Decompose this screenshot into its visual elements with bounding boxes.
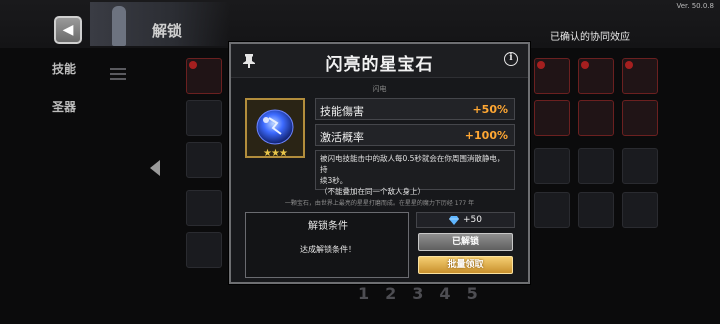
page-number[interactable]: 2 [385, 284, 396, 303]
back-button[interactable]: ◀ [54, 16, 82, 44]
stat-row: 激活概率 +100% [315, 124, 515, 146]
version-label: Ver. 50.0.8 [676, 2, 714, 10]
modal-title: 闪亮的星宝石 [325, 55, 434, 75]
relic-slot[interactable] [186, 142, 222, 178]
synergy-label: 已确认的协同效应 [550, 32, 630, 43]
description-line: 续3秒。 [320, 176, 348, 185]
lock-icon [625, 61, 633, 69]
lock-icon [537, 61, 545, 69]
unlock-title: 解锁条件 [308, 221, 348, 232]
page-number[interactable]: 3 [412, 284, 423, 303]
nav-item-skills[interactable]: 技能 [52, 60, 76, 98]
diamond-icon [449, 215, 459, 225]
info-icon[interactable]: i [504, 52, 518, 66]
relic-slot[interactable] [534, 192, 570, 228]
reward-amount: +50 [463, 215, 482, 225]
prev-arrow-icon[interactable] [150, 160, 160, 176]
description-line: （不能叠加在同一个敌人身上） [320, 187, 425, 196]
relic-slot[interactable] [622, 148, 658, 184]
relic-slot[interactable] [578, 58, 614, 94]
page-title: 解锁 [152, 22, 183, 40]
relic-slot[interactable] [578, 100, 614, 136]
page-number[interactable]: 1 [358, 284, 369, 303]
lock-icon [189, 61, 197, 69]
relic-slot[interactable] [578, 148, 614, 184]
element-type: 闪电 [372, 85, 387, 93]
relic-slot[interactable] [186, 58, 222, 94]
relic-slot[interactable] [622, 100, 658, 136]
unlocked-button[interactable]: 已解锁 [418, 233, 513, 251]
relic-slot[interactable] [186, 232, 222, 268]
left-nav: 技能 圣器 [52, 60, 76, 136]
item-detail-modal: 闪亮的星宝石 i 闪电 ★★★ 技能傷害 +50% 激活概率 +100% 被闪电… [229, 42, 530, 284]
page-number[interactable]: 4 [439, 284, 450, 303]
relic-slot[interactable] [622, 58, 658, 94]
claim-all-button[interactable]: 批量领取 [418, 256, 513, 274]
relic-slot[interactable] [578, 192, 614, 228]
stat-row: 技能傷害 +50% [315, 98, 515, 120]
arrow-left-icon: ◀ [62, 22, 74, 38]
effect-description: 被闪电技能击中的敌人每0.5秒就会在你周围消散静电，持 续3秒。 （不能叠加在同… [315, 150, 515, 196]
stat-label: 技能傷害 [320, 105, 364, 118]
page-number[interactable]: 5 [467, 284, 478, 303]
reward-display: +50 [416, 212, 515, 228]
stat-label: 激活概率 [320, 131, 364, 144]
relic-slot[interactable] [186, 100, 222, 136]
relic-slot[interactable] [186, 190, 222, 226]
unlock-condition-panel: 解锁条件 达成解锁条件！ [245, 212, 409, 278]
relic-slot[interactable] [534, 148, 570, 184]
description-line: 被闪电技能击中的敌人每0.5秒就会在你周围消散静电，持 [320, 154, 505, 174]
stat-value: +50% [472, 103, 508, 116]
pagination: 1 2 3 4 5 [358, 284, 478, 303]
relic-slot[interactable] [622, 192, 658, 228]
unlock-condition: 达成解锁条件！ [300, 245, 356, 254]
lock-icon [581, 61, 589, 69]
nav-item-relics[interactable]: 圣器 [52, 98, 76, 136]
relic-slot[interactable] [534, 58, 570, 94]
stat-value: +100% [464, 129, 508, 142]
filter-icon[interactable] [108, 66, 128, 82]
rarity-stars: ★★★ [263, 148, 288, 159]
relic-slot[interactable] [534, 100, 570, 136]
flavor-text: 一颗宝石，由世界上最亮的星星打磨而成。在星星的魔力下历经 177 年 [284, 200, 475, 207]
